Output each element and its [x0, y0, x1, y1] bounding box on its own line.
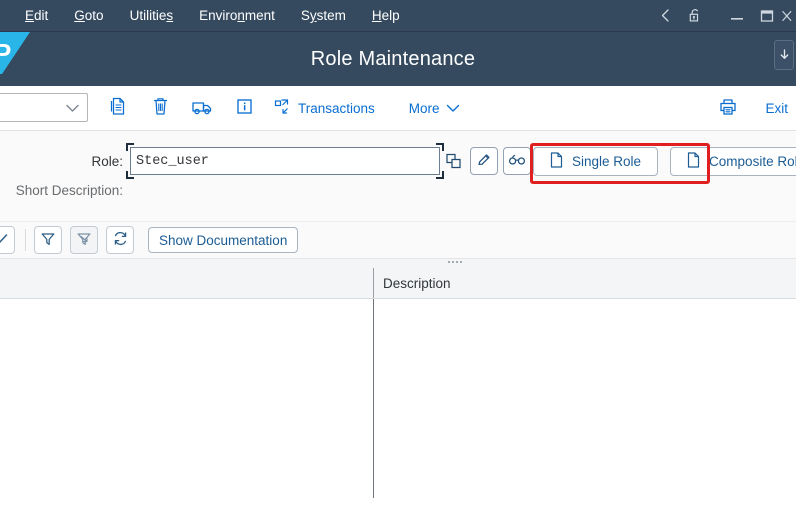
toolbar-right-group: Exit — [707, 86, 796, 130]
toolbar-buttons: Transactions More — [97, 92, 469, 124]
menu-item-utilities-pre: Utilitie — [129, 8, 167, 23]
copy-button[interactable] — [97, 92, 139, 124]
short-description-label: Short Description: — [15, 183, 123, 198]
focus-corner-tl — [126, 143, 134, 151]
filter-off-icon — [76, 231, 92, 250]
filter-icon — [40, 231, 56, 250]
lock-icon[interactable] — [680, 0, 710, 31]
menu-item-utilities-acc: s — [166, 8, 174, 23]
column-header-hierarchy[interactable] — [0, 268, 373, 298]
svg-text:P: P — [0, 38, 11, 68]
shell-bar: P Role Maintenance — [0, 31, 796, 86]
pencil-icon — [476, 152, 492, 171]
table-header-row: Description — [0, 268, 796, 299]
chevron-down-icon — [66, 104, 79, 112]
refresh-button[interactable] — [106, 226, 134, 254]
printer-icon — [718, 97, 738, 120]
focus-corner-br — [436, 171, 444, 179]
sap-logo-icon: P — [0, 32, 44, 74]
delete-filter-button[interactable] — [70, 226, 98, 254]
close-icon[interactable] — [782, 0, 796, 31]
menu-item-environment[interactable]: Environment — [186, 0, 288, 31]
print-button[interactable] — [707, 92, 749, 124]
trash-icon — [151, 96, 170, 120]
show-documentation-button[interactable]: Show Documentation — [148, 227, 299, 253]
menu-bar: Edit Goto Utilities Environment System H… — [0, 0, 796, 31]
role-type-dropdown[interactable] — [0, 93, 88, 122]
main-toolbar: Transactions More Exit — [0, 86, 796, 131]
menu-item-system-post: stem — [316, 8, 346, 23]
menu-item-system[interactable]: System — [288, 0, 359, 31]
composite-role-button[interactable]: Composite Role — [670, 147, 796, 176]
role-type-buttons: Single Role Composite Role — [533, 147, 796, 176]
display-role-button[interactable] — [503, 147, 531, 175]
menu-item-system-acc: y — [309, 8, 317, 23]
more-button[interactable]: More — [400, 92, 469, 124]
table-column-divider[interactable] — [373, 299, 374, 498]
splitter-grip-icon — [448, 261, 462, 263]
single-role-label: Single Role — [572, 154, 642, 169]
info-icon — [235, 97, 254, 119]
page-title: Role Maintenance — [310, 47, 476, 70]
exit-button[interactable]: Exit — [749, 101, 796, 116]
back-icon[interactable] — [650, 0, 680, 31]
short-description-row: Short Description: — [0, 183, 130, 198]
table-body — [0, 299, 796, 498]
role-input[interactable] — [130, 147, 440, 175]
check-icon — [0, 232, 9, 249]
role-form-area: Role: Stec_user Single Role Composite Ro… — [0, 131, 796, 222]
document-icon — [687, 152, 700, 171]
menu-item-goto-label: oto — [84, 8, 104, 23]
menu-item-help[interactable]: Help — [359, 0, 413, 31]
role-field-row: Role: — [0, 143, 531, 179]
transactions-icon — [274, 98, 292, 118]
menu-item-environment-acc: n — [237, 8, 245, 23]
copy-icon — [109, 96, 128, 120]
confirm-button[interactable] — [0, 226, 15, 254]
menu-item-environment-pre: Enviro — [199, 8, 238, 23]
document-icon — [550, 152, 563, 171]
role-input-wrapper — [126, 143, 444, 179]
roles-table: Description — [0, 268, 796, 498]
minimize-icon[interactable] — [722, 0, 752, 31]
menu-item-system-pre: S — [300, 8, 310, 23]
menu-item-edit-label: dit — [34, 8, 49, 23]
composite-role-label: Composite Role — [709, 154, 796, 169]
chevron-down-icon — [446, 104, 459, 112]
window-controls — [650, 0, 796, 31]
truck-icon — [191, 98, 213, 119]
menu-item-help-label: elp — [381, 8, 400, 23]
transport-button[interactable] — [181, 92, 223, 124]
single-role-button[interactable]: Single Role — [533, 147, 659, 176]
edit-role-button[interactable] — [470, 147, 498, 175]
refresh-icon — [112, 230, 129, 250]
transactions-button[interactable]: Transactions — [265, 92, 384, 124]
sub-toolbar: Show Documentation — [0, 222, 796, 258]
value-help-icon[interactable] — [443, 148, 465, 174]
arrow-down-icon[interactable] — [774, 40, 794, 70]
role-label: Role: — [91, 153, 123, 169]
panel-splitter[interactable] — [0, 258, 796, 268]
focus-corner-tr — [436, 143, 444, 151]
focus-corner-bl — [126, 171, 134, 179]
menu-item-goto-acc: G — [74, 8, 85, 23]
menu-item-help-acc: H — [371, 8, 382, 23]
menu-item-utilities[interactable]: Utilities — [117, 0, 187, 31]
menu-item-goto[interactable]: Goto — [61, 0, 116, 31]
menu-item-edit[interactable]: Edit — [12, 0, 61, 31]
menu-item-environment-post: ment — [244, 8, 275, 23]
info-button[interactable] — [223, 92, 265, 124]
toolbar-divider — [25, 229, 26, 251]
filter-button[interactable] — [34, 226, 62, 254]
glasses-icon — [508, 153, 526, 170]
more-label: More — [408, 100, 440, 116]
maximize-icon[interactable] — [752, 0, 782, 31]
transactions-label: Transactions — [298, 100, 375, 116]
column-header-description[interactable]: Description — [373, 268, 796, 298]
delete-button[interactable] — [139, 92, 181, 124]
menu-item-edit-acc: E — [25, 8, 35, 23]
